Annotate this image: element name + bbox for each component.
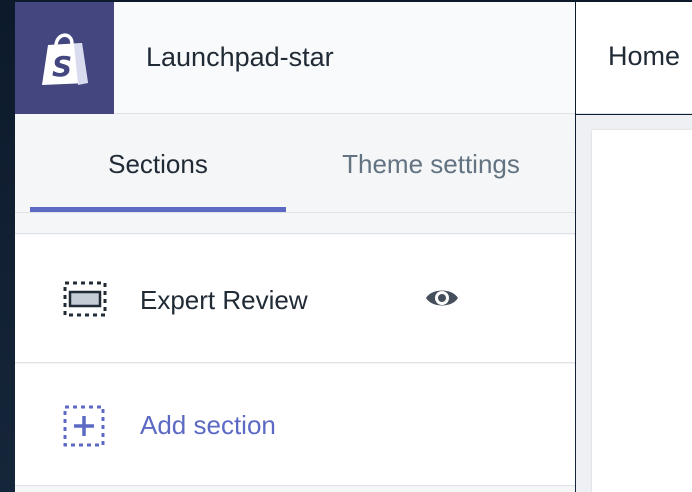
sidebar-bottom-strip <box>15 486 575 492</box>
editor-window: S Launchpad-star Sections Theme settings… <box>0 0 692 492</box>
preview-header: Home <box>576 2 692 114</box>
add-section-button[interactable]: Add section <box>140 410 276 441</box>
preview-canvas[interactable] <box>592 130 692 492</box>
tab-sections[interactable]: Sections <box>30 115 286 213</box>
shopify-bag-icon: S <box>41 33 88 85</box>
sidebar-tabs: Sections Theme settings <box>15 115 575 213</box>
add-section-row[interactable]: Add section <box>15 364 575 486</box>
svg-text:S: S <box>52 50 72 83</box>
eye-icon[interactable] <box>424 285 460 311</box>
add-section-icon <box>63 405 105 447</box>
active-tab-indicator <box>30 207 286 212</box>
tab-theme-settings[interactable]: Theme settings <box>307 115 555 213</box>
section-list-spacer <box>15 214 575 234</box>
sidebar-header: S Launchpad-star <box>15 2 575 114</box>
section-item-label: Expert Review <box>140 285 308 315</box>
store-name: Launchpad-star <box>146 42 334 72</box>
section-placeholder-icon <box>63 281 107 317</box>
store-logo[interactable]: S <box>15 2 114 114</box>
sidebar-panel: S Launchpad-star Sections Theme settings… <box>15 2 575 492</box>
preview-page-select[interactable]: Home <box>608 41 680 72</box>
section-item-expert-review[interactable]: Expert Review <box>15 235 575 363</box>
